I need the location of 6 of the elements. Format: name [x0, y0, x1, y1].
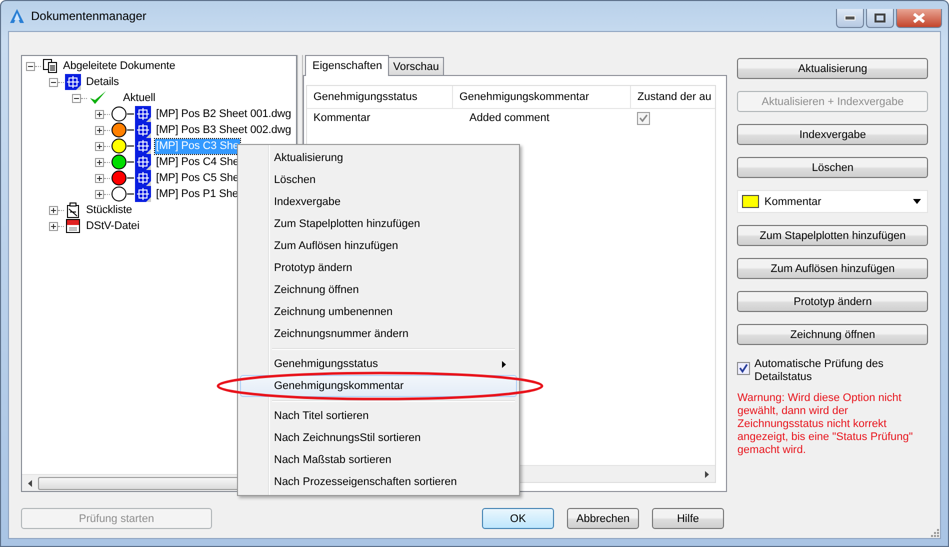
table-cell-text: Kommentar [312, 111, 372, 126]
warning-text: Warnung: Wird diese Option nicht gewählt, dann wird der Zeichnungsstatus nicht korrekt angezeigt, bis eine "Status Prüfung" gemacht wird. [737, 392, 914, 457]
dropdown-value: Kommentar [764, 196, 822, 208]
window-title: Dokumentenmanager [31, 9, 146, 23]
checkbox-label: Automatische Prüfung des Detailstatus [754, 358, 884, 384]
table-cell-text: Added comment [468, 111, 550, 126]
